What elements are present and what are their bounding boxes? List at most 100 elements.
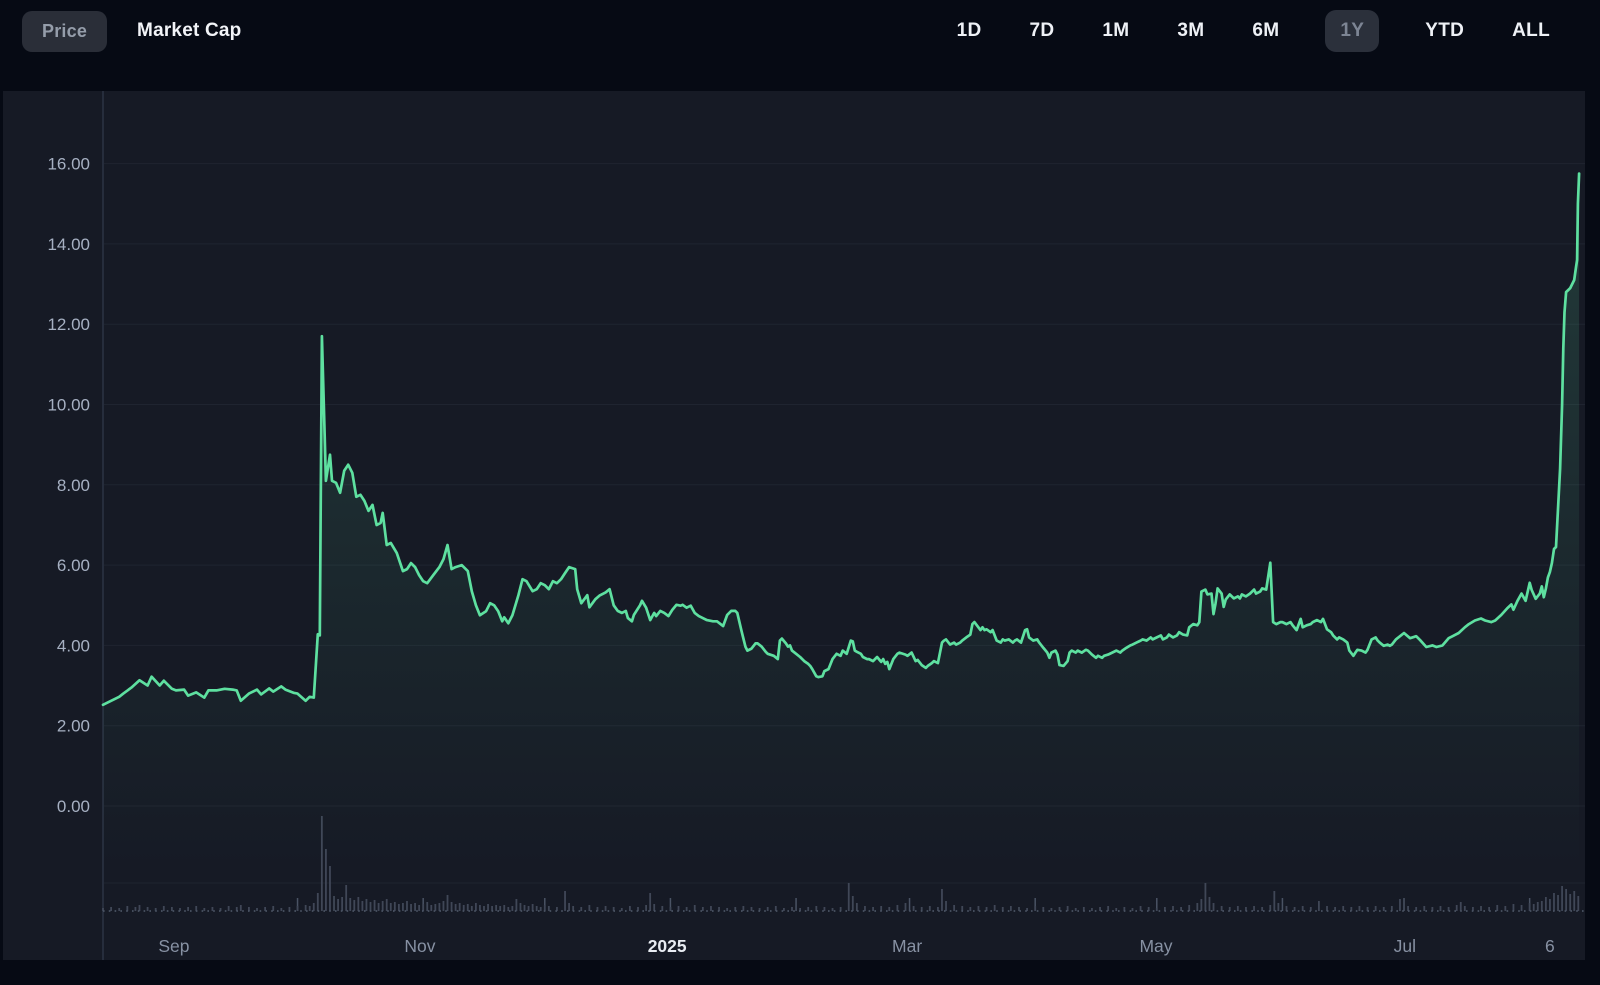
volume-bar — [1440, 906, 1442, 911]
volume-bar — [783, 908, 785, 911]
volume-bar — [888, 907, 890, 911]
volume-bar — [503, 905, 505, 911]
volume-bar — [414, 903, 416, 911]
volume-bar — [280, 908, 282, 911]
volume-bar — [1415, 907, 1417, 911]
x-axis-label: 2025 — [648, 936, 687, 956]
volume-bar — [568, 903, 570, 911]
volume-bar — [1549, 899, 1551, 911]
volume-bar — [645, 905, 647, 911]
volume-bar — [969, 907, 971, 911]
volume-bar — [1051, 908, 1053, 911]
volume-bar — [139, 905, 141, 911]
volume-bar — [832, 908, 834, 911]
volume-bar — [1318, 901, 1320, 911]
volume-bar — [649, 893, 651, 911]
volume-bar — [1277, 903, 1279, 911]
volume-bar — [483, 906, 485, 911]
volume-bar — [434, 904, 436, 911]
y-axis-label: 8.00 — [57, 476, 90, 495]
volume-bar — [726, 908, 728, 911]
volume-bar — [1196, 903, 1198, 911]
price-chart-canvas[interactable]: 16.0014.0012.0010.008.006.004.002.000.00… — [0, 0, 1600, 985]
volume-bar — [1140, 906, 1142, 911]
volume-bar — [1221, 906, 1223, 911]
volume-bar — [410, 904, 412, 911]
volume-bar — [1545, 897, 1547, 911]
volume-bar — [406, 901, 408, 911]
volume-bar — [807, 907, 809, 911]
volume-bar — [499, 906, 501, 911]
volume-bar — [1565, 889, 1567, 911]
volume-bar — [329, 866, 331, 911]
volume-bar — [621, 908, 623, 911]
volume-bar — [694, 905, 696, 911]
volume-bar — [1375, 906, 1377, 911]
volume-bar — [1541, 901, 1543, 911]
volume-bar — [305, 905, 307, 911]
x-axis-label: Nov — [404, 936, 435, 956]
volume-bar — [953, 905, 955, 911]
volume-bar — [1209, 897, 1211, 911]
volume-bar — [670, 907, 672, 911]
volume-bar — [791, 907, 793, 911]
y-axis-label: 12.00 — [47, 315, 90, 334]
volume-bar — [588, 905, 590, 911]
volume-bar — [1261, 907, 1263, 911]
volume-bar — [426, 902, 428, 911]
volume-bar — [661, 906, 663, 911]
x-axis-label: Jul — [1394, 936, 1416, 956]
volume-bar — [345, 885, 347, 911]
volume-bar — [135, 907, 137, 911]
volume-bar — [896, 905, 898, 911]
volume-bar — [1553, 893, 1555, 911]
volume-bar — [353, 900, 355, 911]
volume-bar — [629, 906, 631, 911]
volume-bar — [1180, 907, 1182, 911]
volume-bar — [418, 905, 420, 911]
volume-bar — [1115, 908, 1117, 911]
volume-bar — [1537, 902, 1539, 911]
volume-bar — [686, 907, 688, 911]
volume-bar — [941, 889, 943, 911]
volume-bar — [1561, 886, 1563, 911]
price-area-fill — [103, 174, 1579, 870]
volume-bar — [361, 901, 363, 911]
volume-bar — [1504, 906, 1506, 911]
volume-bar — [1010, 906, 1012, 911]
volume-bar — [1294, 907, 1296, 911]
volume-bar — [402, 903, 404, 911]
volume-bar — [524, 905, 526, 911]
volume-bar — [1302, 906, 1304, 911]
volume-bar — [228, 906, 230, 911]
volume-bar — [451, 902, 453, 911]
volume-bar — [1456, 905, 1458, 911]
volume-bar — [1513, 904, 1515, 911]
volume-bar — [438, 903, 440, 911]
volume-bar — [382, 901, 384, 911]
volume-bar — [1359, 906, 1361, 911]
volume-bar — [1480, 906, 1482, 911]
volume-bar — [1521, 905, 1523, 911]
volume-bar — [463, 905, 465, 911]
volume-bar — [653, 904, 655, 911]
volume-bar — [370, 902, 372, 911]
volume-bar — [994, 905, 996, 911]
volume-bar — [337, 899, 339, 911]
volume-bar — [1188, 905, 1190, 911]
volume-bar — [366, 899, 368, 911]
volume-bar — [1200, 899, 1202, 911]
volume-bar — [580, 907, 582, 911]
x-axis-label: Sep — [158, 936, 189, 956]
volume-bar — [398, 904, 400, 911]
volume-bar — [1399, 899, 1401, 911]
volume-bar — [110, 907, 112, 911]
x-axis-label: May — [1139, 936, 1172, 956]
volume-bar — [390, 903, 392, 911]
volume-bar — [872, 907, 874, 911]
volume-bar — [341, 897, 343, 911]
volume-bar — [212, 907, 214, 911]
volume-bar — [1213, 903, 1215, 911]
volume-bar — [1334, 907, 1336, 911]
x-axis-label: 6 — [1545, 936, 1555, 956]
